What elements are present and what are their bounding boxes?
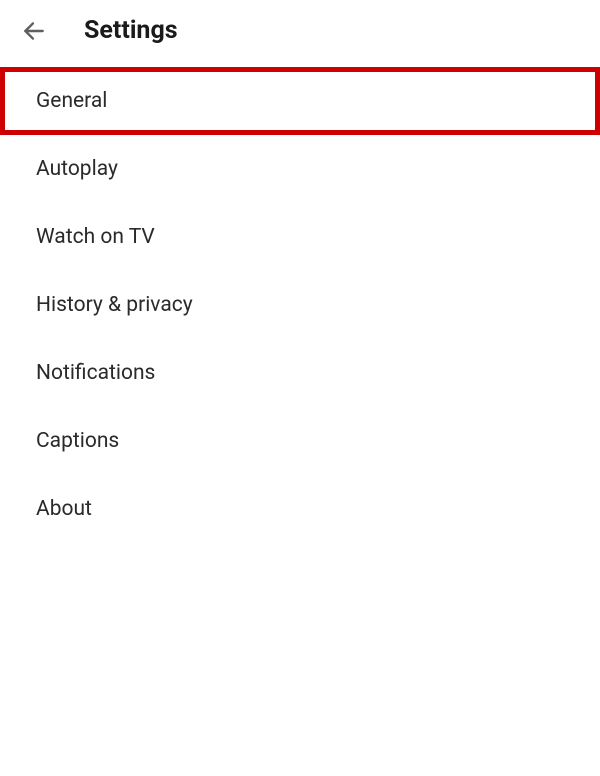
list-item-label: Watch on TV [36, 225, 155, 249]
list-item-history-privacy[interactable]: History & privacy [0, 271, 600, 339]
list-item-label: Autoplay [36, 157, 118, 181]
list-item-notifications[interactable]: Notifications [0, 339, 600, 407]
list-item-label: About [36, 497, 92, 521]
list-item-label: History & privacy [36, 293, 193, 317]
list-item-label: Captions [36, 429, 119, 453]
list-item-captions[interactable]: Captions [0, 407, 600, 475]
header: Settings [0, 0, 600, 61]
back-button[interactable] [20, 17, 48, 45]
list-item-general[interactable]: General [0, 67, 600, 135]
settings-list: General Autoplay Watch on TV History & p… [0, 61, 600, 549]
page-title: Settings [84, 16, 178, 45]
list-item-label: Notifications [36, 361, 155, 385]
arrow-left-icon [21, 18, 47, 44]
list-item-autoplay[interactable]: Autoplay [0, 135, 600, 203]
list-item-about[interactable]: About [0, 475, 600, 543]
list-item-label: General [36, 89, 107, 113]
list-item-watch-on-tv[interactable]: Watch on TV [0, 203, 600, 271]
